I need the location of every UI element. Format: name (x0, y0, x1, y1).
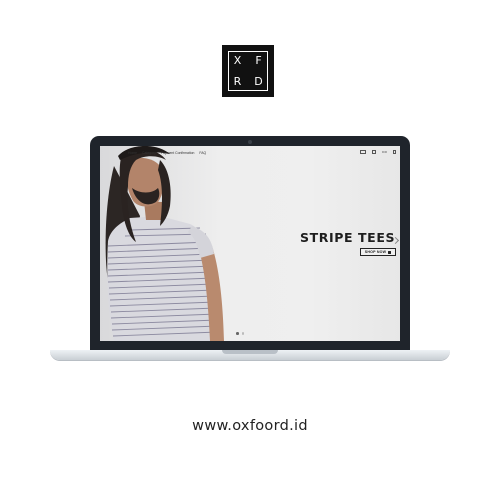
laptop-notch (222, 350, 278, 354)
model-photo (105, 146, 224, 341)
shop-now-button[interactable]: SHOP NOW (360, 248, 396, 256)
nav-faq[interactable]: FAQ (199, 151, 206, 155)
nav-category[interactable]: Category (142, 151, 156, 155)
website-url: www.oxfoord.id (192, 418, 308, 434)
bag-icon (388, 250, 392, 254)
hero-title: STRIPE TEES (300, 230, 396, 245)
shop-now-label: SHOP NOW (364, 250, 387, 254)
slider-dot[interactable] (241, 332, 244, 335)
website-screen: Home Category Payment Confirmation FAQ I… (100, 146, 400, 341)
site-nav: Home Category Payment Confirmation FAQ (100, 146, 400, 160)
mail-icon[interactable] (359, 150, 366, 154)
nav-payment-confirmation[interactable]: Payment Confirmation (161, 151, 195, 155)
currency-label[interactable]: IDR (382, 150, 387, 154)
camera-icon (248, 140, 252, 144)
nav-utilities: IDR (359, 150, 396, 154)
logo-letter: F (255, 54, 262, 67)
cart-icon[interactable] (393, 150, 396, 154)
user-icon[interactable] (371, 150, 376, 154)
nav-home[interactable]: Home (128, 151, 137, 155)
laptop-mockup: Home Category Payment Confirmation FAQ I… (90, 136, 410, 352)
slider-dot[interactable] (236, 332, 239, 335)
laptop-base (50, 350, 450, 360)
slider-dots (236, 332, 244, 335)
logo-letter: X (233, 54, 242, 67)
logo-letter: R (233, 75, 242, 88)
logo-letter: D (254, 75, 263, 88)
brand-logo: X F R D (222, 45, 274, 97)
